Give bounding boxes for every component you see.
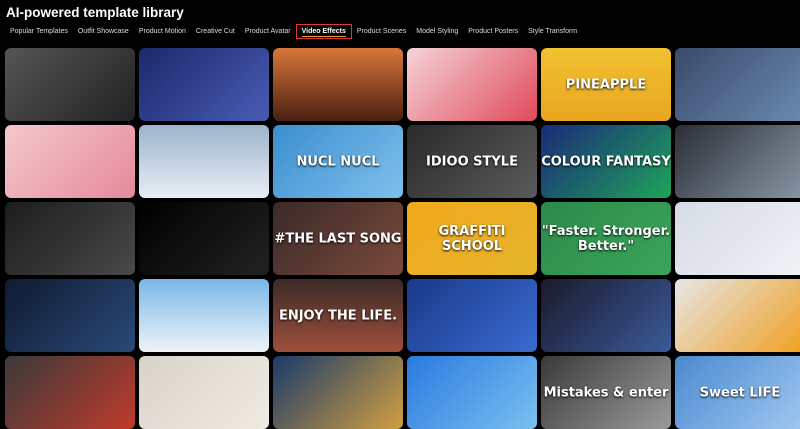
template-card-caption: ENJOY THE LIFE. [278, 308, 398, 323]
tab-product-motion[interactable]: Product Motion [134, 25, 191, 40]
template-card[interactable] [273, 356, 403, 429]
template-card-caption: #THE LAST SONG [274, 231, 402, 246]
template-card[interactable]: "Faster. Stronger. Better." [541, 202, 671, 275]
tab-outfit-showcase[interactable]: Outfit Showcase [73, 25, 134, 40]
template-card[interactable] [5, 125, 135, 198]
template-card[interactable] [273, 48, 403, 121]
tab-video-effects[interactable]: Video Effects [295, 24, 352, 39]
tab-product-scenes[interactable]: Product Scenes [352, 25, 411, 40]
template-card-caption: COLOUR FANTASY [541, 154, 671, 169]
tab-product-avatar[interactable]: Product Avatar [240, 25, 296, 40]
template-card[interactable] [5, 48, 135, 121]
tab-popular-templates[interactable]: Popular Templates [5, 25, 73, 40]
tab-model-styling[interactable]: Model Styling [411, 25, 463, 40]
template-grid: PINEAPPLE NUCL NUCL IDIOO STYLE COLOUR FANT… [5, 48, 800, 429]
template-card[interactable]: Sweet LIFE [675, 356, 800, 429]
tab-creative-cut[interactable]: Creative Cut [191, 25, 240, 40]
tab-style-transform[interactable]: Style Transform [523, 25, 582, 40]
template-card[interactable] [407, 48, 537, 121]
template-card-caption: PINEAPPLE [565, 77, 647, 92]
template-card[interactable]: #THE LAST SONG [273, 202, 403, 275]
page-title: AI-powered template library [6, 5, 184, 20]
template-card[interactable] [675, 279, 800, 352]
template-card-caption: Mistakes & enter [543, 385, 669, 400]
template-card[interactable] [407, 356, 537, 429]
template-card-caption: "Faster. Stronger. Better." [541, 223, 671, 254]
template-card[interactable] [5, 356, 135, 429]
template-card[interactable] [5, 202, 135, 275]
template-card[interactable] [139, 125, 269, 198]
template-card[interactable] [139, 279, 269, 352]
category-tabs: Popular Templates Outfit Showcase Product … [5, 24, 582, 40]
template-card[interactable]: ENJOY THE LIFE. [273, 279, 403, 352]
tab-product-posters[interactable]: Product Posters [463, 25, 523, 40]
template-card[interactable]: NUCL NUCL [273, 125, 403, 198]
template-card[interactable] [5, 279, 135, 352]
template-card[interactable] [139, 202, 269, 275]
template-card[interactable]: GRAFFITI SCHOOL [407, 202, 537, 275]
template-card[interactable] [541, 279, 671, 352]
template-card[interactable]: PINEAPPLE [541, 48, 671, 121]
template-card[interactable] [407, 279, 537, 352]
template-card[interactable] [675, 48, 800, 121]
template-card[interactable] [675, 202, 800, 275]
template-card-caption: GRAFFITI SCHOOL [438, 223, 506, 254]
template-card-caption: Sweet LIFE [699, 385, 781, 400]
template-card[interactable] [139, 356, 269, 429]
template-card-caption: NUCL NUCL [296, 154, 380, 169]
template-card-caption: IDIOO STYLE [426, 154, 518, 169]
template-card[interactable] [139, 48, 269, 121]
template-card[interactable]: Mistakes & enter [541, 356, 671, 429]
template-card[interactable] [675, 125, 800, 198]
template-card[interactable]: IDIOO STYLE [407, 125, 537, 198]
template-card[interactable]: COLOUR FANTASY [541, 125, 671, 198]
